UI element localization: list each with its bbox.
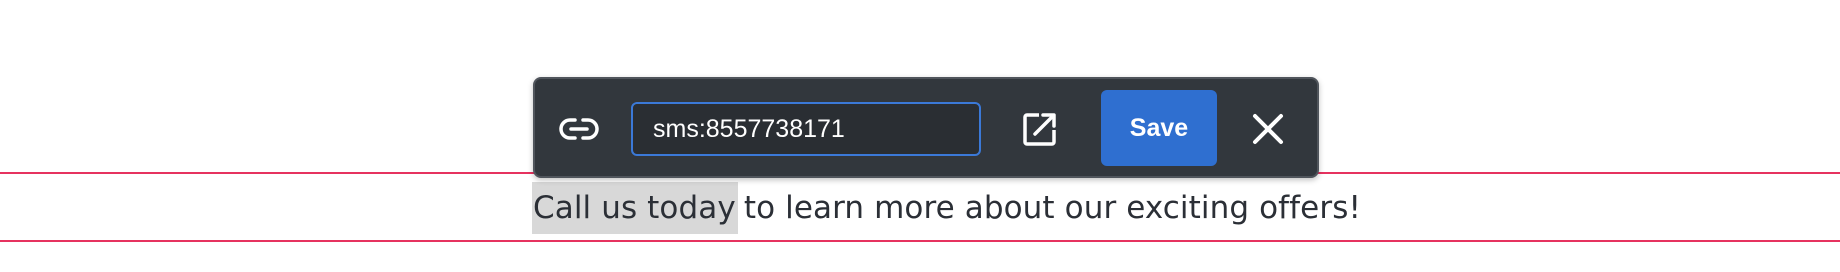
save-button[interactable]: Save: [1101, 90, 1217, 166]
link-editor-toolbar: Save: [533, 77, 1319, 178]
link-url-input[interactable]: [631, 102, 981, 156]
close-icon[interactable]: [1245, 106, 1291, 152]
text-block[interactable]: Call us today to learn more about our ex…: [532, 180, 1361, 236]
selected-link-text[interactable]: Call us today: [532, 182, 738, 234]
block-guide-bottom: [0, 240, 1840, 242]
open-in-new-icon[interactable]: [1017, 106, 1063, 152]
editor-canvas: Call us today to learn more about our ex…: [0, 0, 1840, 272]
link-icon: [557, 107, 601, 151]
paragraph-text[interactable]: to learn more about our exciting offers!: [744, 190, 1361, 226]
